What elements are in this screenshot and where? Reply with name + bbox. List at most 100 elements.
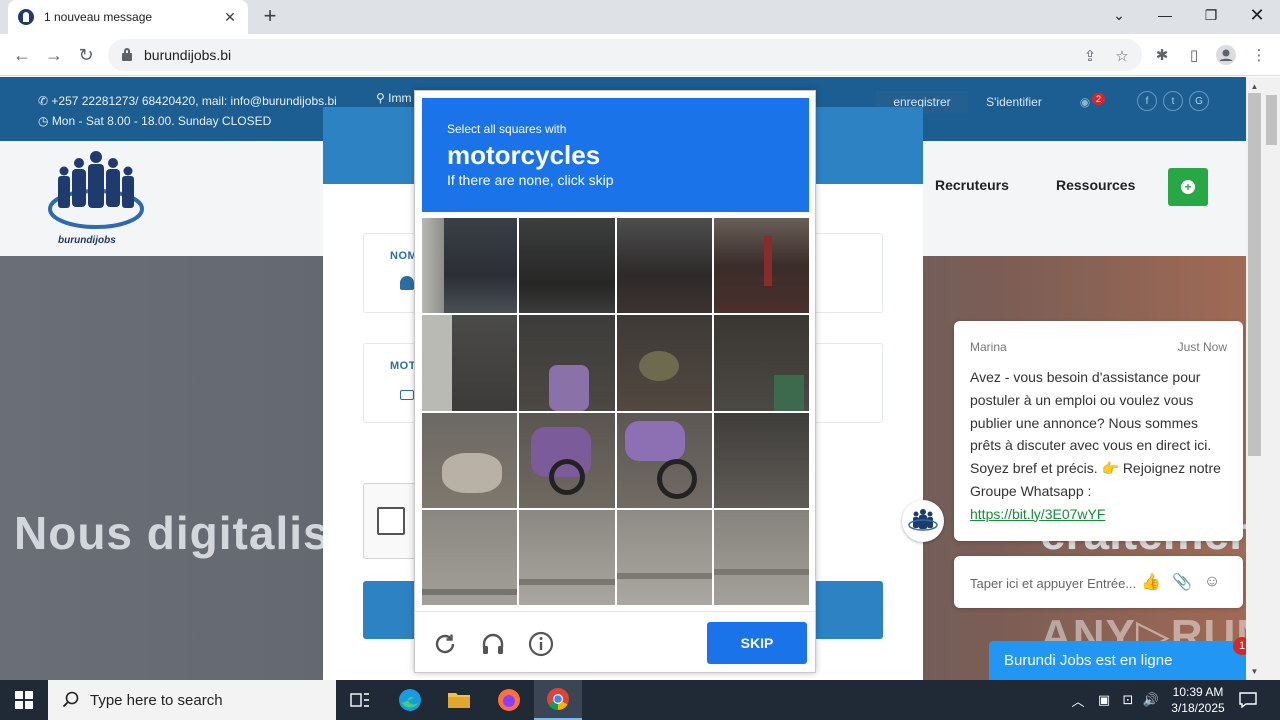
captcha-checkbox[interactable]: [377, 507, 405, 535]
grid-tile[interactable]: [519, 315, 615, 411]
twitter-icon[interactable]: t: [1163, 91, 1183, 111]
file-explorer-icon[interactable]: [435, 680, 483, 720]
bookmark-star-icon[interactable]: ☆: [1113, 47, 1131, 65]
scrollbar-thumb[interactable]: [1248, 93, 1261, 456]
new-tab-button[interactable]: +: [258, 5, 282, 29]
grid-tile[interactable]: [616, 412, 712, 508]
nav-ressources[interactable]: Ressources: [1056, 177, 1135, 193]
share-icon[interactable]: ⇪: [1081, 47, 1099, 65]
reload-icon[interactable]: ↻: [73, 42, 99, 68]
facebook-icon[interactable]: f: [1137, 91, 1157, 111]
opening-hours: Mon - Sat 8.00 - 18.00. Sunday CLOSED: [51, 114, 272, 128]
thumbs-up-icon[interactable]: 👍: [1141, 573, 1161, 591]
tray-device-icon[interactable]: ▣: [1094, 680, 1114, 720]
browser-tab[interactable]: 1 nouveau message ✕: [8, 0, 248, 34]
outer-scrollbar[interactable]: [1263, 77, 1280, 680]
tab-title: 1 nouveau message: [44, 10, 153, 24]
task-view-icon[interactable]: [336, 680, 384, 720]
notification-icon[interactable]: ◉: [1076, 91, 1094, 113]
tab-search-chevron-icon[interactable]: ⌄: [1096, 0, 1142, 30]
grid-tile[interactable]: [616, 218, 712, 314]
grid-tile[interactable]: [422, 315, 518, 411]
scroll-down-arrow-icon[interactable]: ▼: [1246, 664, 1263, 678]
windows-taskbar: Type here to search ︿ ▣ ⊡ 🔊 10:39 AM 3/1…: [0, 680, 1280, 720]
challenge-footer: SKIP: [415, 611, 815, 673]
nav-recruteurs[interactable]: Recruteurs: [935, 177, 1009, 193]
close-tab-icon[interactable]: ✕: [222, 9, 238, 26]
info-icon[interactable]: [527, 630, 555, 658]
volume-icon[interactable]: 🔊: [1141, 680, 1161, 720]
contact-info: ✆ +257 22281273/ 68420420, mail: info@bu…: [38, 91, 337, 131]
chat-message-bubble: Marina Just Now Avez - vous besoin d'ass…: [954, 321, 1243, 541]
windows-logo-icon: [15, 691, 33, 709]
clock-date: 3/18/2025: [1171, 701, 1225, 715]
challenge-target: motorcycles: [447, 140, 601, 170]
login-link[interactable]: S'identifier: [978, 91, 1050, 113]
outer-scrollbar-thumb[interactable]: [1266, 95, 1277, 145]
password-label: MOT: [390, 360, 416, 372]
refresh-icon[interactable]: [431, 630, 459, 658]
google-icon[interactable]: G: [1189, 91, 1209, 111]
grid-tile[interactable]: [713, 315, 809, 411]
audio-headphones-icon[interactable]: [479, 630, 507, 658]
url-text: burundijobs.bi: [144, 47, 232, 63]
hero-headline: Nous digitalis: [14, 507, 330, 559]
add-button[interactable]: +: [1168, 168, 1208, 206]
grid-tile[interactable]: [713, 218, 809, 314]
profile-avatar-icon[interactable]: [1213, 42, 1239, 68]
forward-arrow-icon[interactable]: →: [41, 42, 67, 68]
challenge-instruction: Select all squares with: [447, 122, 567, 136]
site-favicon-icon: [18, 9, 34, 25]
notification-center-icon[interactable]: [1236, 680, 1260, 720]
skip-button[interactable]: SKIP: [707, 622, 807, 664]
browser-menu-icon[interactable]: ⋮: [1246, 42, 1272, 68]
phone-icon: ✆: [38, 94, 52, 108]
chat-message-body: Avez - vous besoin d'assistance pour pos…: [970, 369, 1221, 499]
edge-browser-icon[interactable]: [386, 680, 434, 720]
address-bar[interactable]: burundijobs.bi ⇪ ☆: [108, 39, 1142, 71]
back-arrow-icon[interactable]: ←: [9, 42, 35, 68]
logo-text: burundijobs: [58, 235, 116, 246]
taskbar-search-box[interactable]: Type here to search: [48, 680, 336, 720]
start-button[interactable]: [0, 680, 48, 720]
whatsapp-group-link[interactable]: https://bit.ly/3E07wYF: [970, 506, 1105, 522]
chrome-icon[interactable]: [534, 680, 582, 720]
grid-tile[interactable]: [713, 412, 809, 508]
restore-button[interactable]: ❐: [1188, 0, 1234, 30]
grid-tile[interactable]: [422, 412, 518, 508]
challenge-prompt: Select all squares with motorcycles If t…: [422, 98, 809, 212]
firefox-icon[interactable]: [485, 680, 533, 720]
browser-toolbar: ← → ↻ burundijobs.bi ⇪ ☆ ✱ ▯ ⋮: [0, 34, 1280, 76]
grid-tile[interactable]: [519, 509, 615, 605]
chat-input-placeholder: Taper ici et appuyer Entrée...: [970, 576, 1137, 591]
clock-time: 10:39 AM: [1172, 685, 1224, 699]
address-text: Imm: [388, 91, 412, 105]
chat-agent-avatar: [902, 500, 944, 542]
clock-icon: ◷: [38, 114, 52, 128]
side-panel-icon[interactable]: ▯: [1181, 42, 1207, 68]
grid-tile[interactable]: [616, 315, 712, 411]
taskbar-search-placeholder: Type here to search: [90, 691, 223, 709]
scroll-up-arrow-icon[interactable]: ▲: [1246, 79, 1263, 93]
network-icon[interactable]: ⊡: [1118, 680, 1138, 720]
close-window-button[interactable]: ✕: [1234, 0, 1280, 30]
taskbar-clock[interactable]: 10:39 AM 3/18/2025: [1162, 684, 1234, 716]
keyboard-icon: [400, 390, 414, 400]
captcha-challenge-dialog: Select all squares with motorcycles If t…: [414, 90, 816, 673]
grid-tile[interactable]: [713, 509, 809, 605]
minimize-button[interactable]: —: [1142, 0, 1188, 30]
lock-icon: [122, 48, 132, 61]
chat-status-bar[interactable]: Burundi Jobs est en ligne: [989, 641, 1248, 680]
search-icon: [62, 691, 79, 708]
grid-tile[interactable]: [519, 412, 615, 508]
chat-agent-name: Marina: [970, 340, 1007, 354]
chat-input-box[interactable]: Taper ici et appuyer Entrée... 👍 📎 ☺: [954, 556, 1243, 608]
emoji-icon[interactable]: ☺: [1203, 573, 1221, 591]
grid-tile[interactable]: [422, 509, 518, 605]
paperclip-icon[interactable]: 📎: [1172, 573, 1192, 591]
tray-chevron-up-icon[interactable]: ︿: [1068, 680, 1088, 720]
grid-tile[interactable]: [616, 509, 712, 605]
grid-tile[interactable]: [519, 218, 615, 314]
grid-tile[interactable]: [422, 218, 518, 314]
extensions-puzzle-icon[interactable]: ✱: [1149, 42, 1175, 68]
